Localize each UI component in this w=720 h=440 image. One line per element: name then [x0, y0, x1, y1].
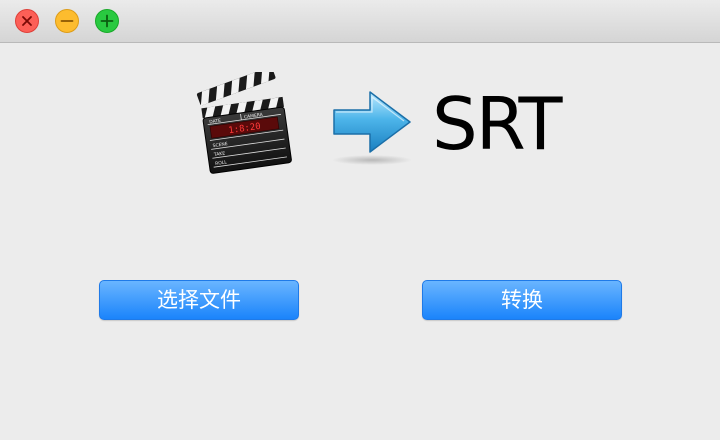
- minimize-window-button[interactable]: [55, 9, 79, 33]
- close-window-button[interactable]: [15, 9, 39, 33]
- convert-button[interactable]: 转换: [422, 280, 622, 320]
- target-format-label: SRT: [432, 82, 562, 166]
- title-bar[interactable]: [0, 0, 720, 43]
- zoom-window-button[interactable]: [95, 9, 119, 33]
- choose-file-button[interactable]: 选择文件: [99, 280, 299, 320]
- right-arrow-icon: [332, 91, 412, 165]
- clapperboard-icon: DATE CAMERA 1:8:20 SCENE TAKE ROLL: [196, 72, 292, 174]
- app-window: DATE CAMERA 1:8:20 SCENE TAKE ROLL SRT 选…: [0, 0, 720, 440]
- minimize-icon: [60, 20, 74, 22]
- zoom-icon: [100, 14, 114, 28]
- close-icon: [22, 16, 32, 26]
